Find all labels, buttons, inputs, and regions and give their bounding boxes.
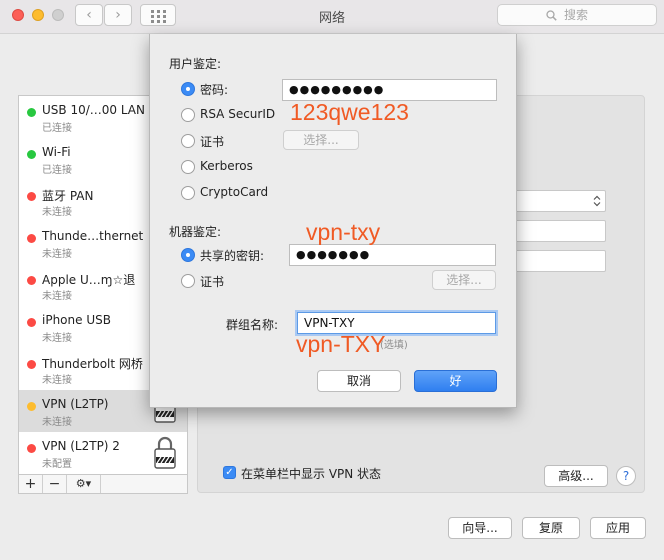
shared-secret-label: 共享的密钥: (200, 249, 265, 263)
machine-certificate-radio[interactable] (181, 274, 195, 288)
service-name: USB 10/…00 LAN (42, 103, 145, 117)
service-status: 已连接 (42, 123, 72, 134)
shared-secret-field[interactable]: ●●●●●●● (289, 244, 496, 266)
ok-button[interactable]: 好 (414, 370, 497, 392)
cryptocard-label: CryptoCard (200, 185, 269, 199)
service-status: 已连接 (42, 165, 72, 176)
service-status: 未连接 (42, 207, 72, 218)
server-address-field[interactable] (514, 220, 606, 242)
remove-service-button[interactable]: − (43, 475, 67, 493)
shared-secret-annotation: vpn-txy (306, 219, 381, 245)
search-input[interactable]: 搜索 (497, 4, 657, 26)
password-field[interactable]: ●●●●●●●●● (282, 79, 497, 101)
search-icon (546, 10, 557, 21)
updown-chevron-icon (593, 195, 601, 207)
rsa-securid-label: RSA SecurID (200, 107, 276, 121)
status-dot (27, 318, 36, 327)
group-name-annotation: vpn-TXY (296, 331, 386, 357)
account-name-field[interactable] (514, 250, 606, 272)
status-dot (27, 360, 36, 369)
service-status: 未配置 (42, 459, 72, 470)
vpn-lock-icon (154, 436, 176, 469)
status-dot (27, 276, 36, 285)
user-auth-heading: 用户鉴定: (169, 57, 222, 71)
search-placeholder: 搜索 (564, 8, 589, 22)
service-status: 未连接 (42, 291, 72, 302)
help-button[interactable]: ? (616, 466, 636, 486)
service-status: 未连接 (42, 375, 72, 386)
service-name: Wi-Fi (42, 145, 71, 159)
user-certificate-label: 证书 (200, 135, 225, 149)
password-radio[interactable] (181, 82, 195, 96)
rsa-securid-radio[interactable] (181, 108, 195, 122)
shared-secret-radio[interactable] (181, 248, 195, 262)
status-dot (27, 234, 36, 243)
status-dot (27, 402, 36, 411)
service-name: Apple U…ɱ☆退 (42, 273, 136, 287)
machine-certificate-choose-button[interactable]: 选择... (432, 270, 496, 290)
cryptocard-radio[interactable] (181, 186, 195, 200)
sidebar-toolbar: + − ⚙︎▾ (18, 475, 188, 494)
assist-button[interactable]: 向导... (448, 517, 512, 539)
user-certificate-choose-button[interactable]: 选择... (283, 130, 359, 150)
kerberos-radio[interactable] (181, 160, 195, 174)
gear-menu-button[interactable]: ⚙︎▾ (67, 475, 101, 493)
kerberos-label: Kerberos (200, 159, 253, 173)
service-name: iPhone USB (42, 313, 111, 327)
user-certificate-radio[interactable] (181, 134, 195, 148)
show-vpn-status-checkbox[interactable]: ✓ (223, 466, 236, 479)
service-name: VPN (L2TP) (42, 397, 109, 411)
service-status: 未连接 (42, 333, 72, 344)
machine-auth-heading: 机器鉴定: (169, 225, 222, 239)
machine-certificate-label: 证书 (200, 275, 225, 289)
service-name: 蓝牙 PAN (42, 189, 94, 203)
advanced-button[interactable]: 高级... (544, 465, 608, 487)
status-dot (27, 192, 36, 201)
service-status: 未连接 (42, 417, 72, 428)
service-name: Thunderbolt 网桥 (42, 357, 143, 371)
status-dot (27, 108, 36, 117)
service-name: Thunde…thernet (42, 229, 144, 243)
password-annotation: 123qwe123 (290, 99, 409, 125)
status-dot (27, 150, 36, 159)
add-service-button[interactable]: + (19, 475, 43, 493)
service-item[interactable]: VPN (L2TP) 2 未配置 (19, 432, 187, 474)
password-option-label: 密码: (200, 83, 229, 97)
group-name-label: 群组名称: (226, 318, 279, 332)
service-name: VPN (L2TP) 2 (42, 439, 120, 453)
configuration-popup[interactable] (514, 190, 606, 212)
revert-button[interactable]: 复原 (522, 517, 580, 539)
service-status: 未连接 (42, 249, 72, 260)
show-vpn-status-label: 在菜单栏中显示 VPN 状态 (241, 467, 382, 481)
apply-button[interactable]: 应用 (590, 517, 646, 539)
cancel-button[interactable]: 取消 (317, 370, 401, 392)
status-dot (27, 444, 36, 453)
